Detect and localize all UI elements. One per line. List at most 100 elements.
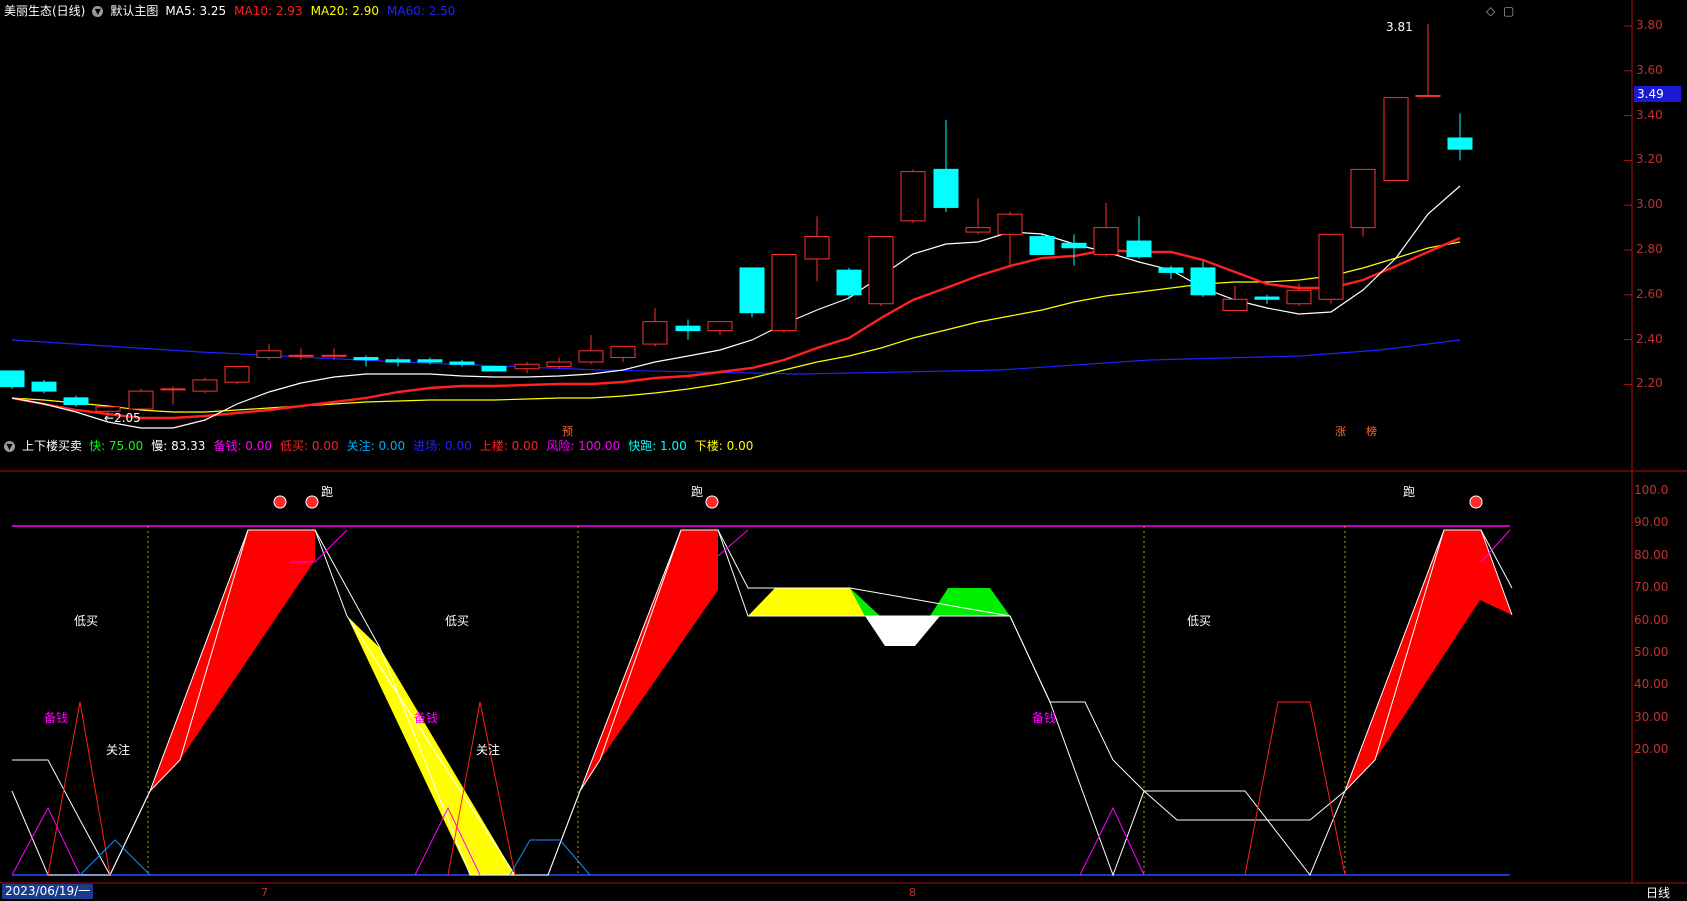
alert-ball-icon-3: [1469, 495, 1483, 509]
watch-label-1: 关注: [106, 743, 131, 757]
ma10-line: [11, 236, 1461, 420]
candle-32: [1029, 234, 1055, 255]
diamond-icon[interactable]: ◇: [1486, 4, 1495, 18]
alert-ball-icon-1: [305, 495, 319, 509]
candle-body-0: [0, 370, 25, 388]
candle-body-40: [1286, 289, 1312, 305]
sub-indicator-4: 关注: 0.00: [346, 439, 406, 453]
indicator-tick-7: 30.00: [1634, 709, 1669, 724]
month-tick-8: 8: [909, 886, 916, 899]
candle-0: [0, 370, 25, 389]
candle-body-14: [449, 361, 475, 365]
candle-15: [481, 365, 507, 372]
candle-body-34: [1093, 227, 1119, 255]
candle-body-22: [707, 321, 733, 332]
sub-indicator-list: 快: 75.00 慢: 83.33 备钱: 0.00 低买: 0.00 关注: 0.00…: [89, 437, 761, 455]
candle-body-24: [771, 253, 797, 332]
month-tick-7: 7: [261, 886, 268, 899]
candle-body-45: [1447, 137, 1473, 150]
sub-indicator-3: 低买: 0.00: [280, 439, 339, 453]
ma-indicator-3: MA60: 2.50: [387, 4, 456, 18]
ready-money-label-1: 备钱: [44, 711, 69, 725]
candle-body-5: [160, 388, 186, 391]
indicator-tick-3: 70.00: [1634, 580, 1669, 595]
candle-25: [804, 216, 830, 282]
candle-21: [675, 319, 701, 340]
candle-body-8: [256, 350, 282, 359]
low-buy-spike-1: [47, 701, 111, 876]
sub-header: ▼ 上下楼买卖 快: 75.00 慢: 83.33 备钱: 0.00 低买: 0.00…: [4, 437, 761, 455]
low-buy-label-1: 低买: [74, 614, 99, 628]
ready-money-label-3: 备钱: [1032, 711, 1057, 725]
price-tick-2: 3.40: [1636, 107, 1663, 122]
template-name[interactable]: 默认主图: [110, 2, 158, 20]
candle-body-42: [1350, 168, 1376, 229]
watch-label-2: 关注: [476, 743, 501, 757]
run-label-3: 跑: [1403, 485, 1416, 499]
period-button[interactable]: 日线: [1646, 884, 1670, 901]
candle-43: [1383, 97, 1409, 182]
candle-14: [449, 359, 475, 367]
sub-indicator-0: 快: 75.00: [89, 439, 144, 453]
candle-body-20: [642, 321, 668, 345]
candle-body-11: [353, 357, 379, 361]
candle-body-9: [288, 354, 314, 357]
stock-title[interactable]: 美丽生态(日线): [4, 2, 85, 20]
candle-27: [868, 236, 894, 306]
candle-38: [1222, 285, 1248, 311]
sub-indicator-9: 下楼: 0.00: [694, 439, 754, 453]
candle-1: [31, 379, 57, 394]
ma20-line: [11, 241, 1461, 413]
chevron-down-icon[interactable]: ▼: [92, 5, 104, 17]
candle-31: [997, 211, 1023, 266]
candle-body-15: [481, 365, 507, 372]
ma10-polyline: [11, 236, 1461, 420]
candle-34: [1093, 202, 1119, 257]
candle-body-33: [1061, 242, 1087, 249]
candle-16: [514, 362, 540, 374]
candle-28: [900, 169, 926, 224]
candle-20: [642, 308, 668, 347]
candle-2: [63, 395, 89, 407]
ma20-polyline: [11, 241, 1461, 413]
candle-body-2: [63, 397, 89, 406]
candle-body-12: [385, 359, 411, 363]
candle-body-1: [31, 381, 57, 392]
price-tick-1: 3.60: [1636, 62, 1663, 77]
candle-body-38: [1222, 298, 1248, 311]
price-tick-7: 2.40: [1636, 331, 1663, 346]
candle-6: [192, 377, 218, 394]
price-tick-4: 3.00: [1636, 197, 1663, 212]
restore-window-icon[interactable]: ▢: [1503, 4, 1514, 18]
candlestick-series[interactable]: [0, 23, 1473, 418]
candle-body-7: [224, 365, 250, 383]
candle-33: [1061, 234, 1087, 266]
alert-ball-icon-0: [273, 495, 287, 509]
candle-17: [546, 357, 572, 369]
sub-indicator-1: 慢: 83.33: [151, 439, 206, 453]
chevron-down-icon[interactable]: ▼: [4, 440, 15, 452]
price-tick-3: 3.20: [1636, 152, 1663, 167]
ma-indicator-1: MA10: 2.93: [234, 4, 303, 18]
low-price-value: 2.05: [114, 411, 141, 425]
watch-line-1: [79, 839, 151, 876]
candle-body-35: [1126, 240, 1152, 258]
candle-39: [1254, 294, 1280, 304]
candle-body-16: [514, 363, 540, 370]
candle-22: [707, 321, 733, 336]
up-floor-area-1: [150, 530, 315, 791]
candle-body-13: [417, 359, 443, 363]
sub-indicator-7: 风险: 100.00: [546, 439, 621, 453]
date-cursor-box: 2023/06/19/一: [2, 884, 94, 899]
sub-title[interactable]: 上下楼买卖: [22, 437, 82, 455]
indicator-tick-8: 20.00: [1634, 742, 1669, 757]
candle-30: [965, 198, 991, 235]
marker-bang[interactable]: 榜: [1366, 423, 1377, 439]
indicator-tick-6: 40.00: [1634, 677, 1669, 692]
candle-37: [1190, 261, 1216, 298]
candle-body-4: [128, 390, 154, 410]
run-label-1: 跑: [321, 485, 334, 499]
marker-zhang[interactable]: 涨: [1335, 423, 1346, 439]
ready-money-label-2: 备钱: [414, 711, 439, 725]
indicator-tick-0: 100.0: [1634, 483, 1669, 497]
